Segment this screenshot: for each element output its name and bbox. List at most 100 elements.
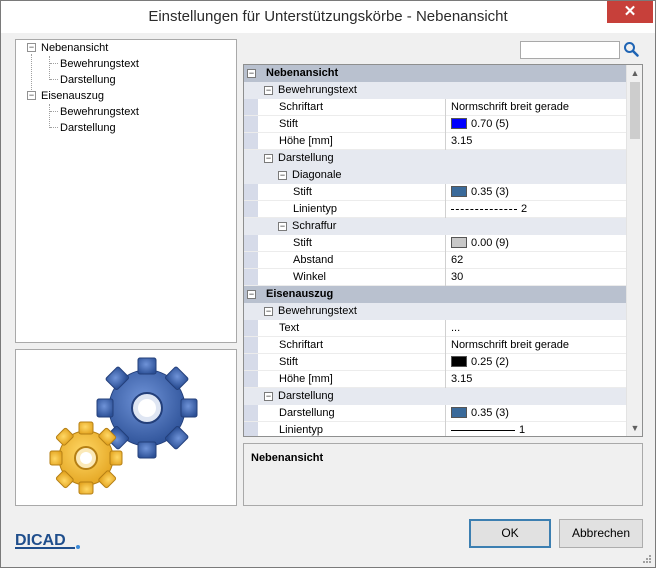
cancel-button[interactable]: Abbrechen	[559, 519, 643, 548]
close-button[interactable]: ✕	[607, 1, 653, 23]
line-type-value: 1	[519, 424, 526, 436]
property-value[interactable]: 0.35 (3)	[446, 405, 627, 422]
property-row[interactable]: Linientyp 1	[244, 422, 627, 436]
tree-connector	[49, 104, 50, 128]
settings-tree: − Nebenansicht Bewehrungstext Darstellun…	[15, 39, 237, 343]
group-bewehrungstext[interactable]: − Bewehrungstext	[244, 303, 627, 320]
pen-color-swatch	[451, 185, 467, 197]
property-name: Winkel	[293, 271, 327, 283]
group-label: Bewehrungstext	[278, 305, 357, 317]
property-value[interactable]: 1	[446, 422, 627, 436]
property-name: Linientyp	[279, 424, 324, 436]
dicad-logo-icon: DICAD	[15, 532, 80, 549]
svg-text:DICAD: DICAD	[15, 532, 66, 549]
group-label: Darstellung	[278, 152, 334, 164]
preview-panel	[15, 349, 237, 506]
search-input[interactable]	[520, 41, 620, 59]
property-name: Höhe [mm]	[279, 373, 333, 385]
property-value[interactable]: 3.15	[446, 371, 627, 388]
group-label: Diagonale	[292, 169, 342, 181]
pen-color-swatch	[451, 355, 467, 367]
group-bewehrungstext[interactable]: − Bewehrungstext	[244, 82, 627, 99]
tree-connector	[50, 79, 58, 80]
group-darstellung[interactable]: − Darstellung	[244, 150, 627, 167]
property-row[interactable]: Darstellung 0.35 (3)	[244, 405, 627, 422]
search-icon[interactable]	[623, 41, 639, 57]
property-value[interactable]: ...	[446, 320, 627, 337]
property-value[interactable]: 0.00 (9)	[446, 235, 627, 252]
collapse-icon[interactable]: −	[27, 91, 36, 100]
property-value[interactable]: Normschrift breit gerade	[446, 99, 627, 116]
collapse-icon[interactable]: −	[27, 43, 36, 52]
collapse-icon[interactable]: −	[247, 290, 256, 299]
property-name: Höhe [mm]	[279, 135, 333, 147]
collapse-icon[interactable]: −	[264, 154, 273, 163]
tree-item-nebenansicht[interactable]: Nebenansicht	[41, 40, 108, 56]
vertical-scrollbar[interactable]: ▲ ▼	[626, 65, 642, 436]
category-label: Nebenansicht	[266, 67, 339, 79]
pen-value: 0.35 (3)	[471, 186, 509, 198]
tree-connector	[50, 127, 58, 128]
property-value[interactable]: 62	[446, 252, 627, 269]
pen-value: 0.35 (3)	[471, 407, 509, 419]
property-name: Stift	[279, 356, 298, 368]
property-row[interactable]: Stift 0.00 (9)	[244, 235, 627, 252]
property-row[interactable]: Stift 0.70 (5)	[244, 116, 627, 133]
collapse-icon[interactable]: −	[278, 171, 287, 180]
property-name: Linientyp	[293, 203, 338, 215]
scroll-thumb[interactable]	[630, 82, 640, 139]
description-panel: Nebenansicht	[243, 443, 643, 506]
property-row[interactable]: Stift 0.25 (2)	[244, 354, 627, 371]
property-row[interactable]: Winkel 30	[244, 269, 627, 286]
property-row[interactable]: Schriftart Normschrift breit gerade	[244, 337, 627, 354]
group-label: Darstellung	[278, 390, 334, 402]
tree-connector	[49, 56, 50, 80]
property-value[interactable]: 2	[446, 201, 627, 218]
property-value[interactable]: 0.25 (2)	[446, 354, 627, 371]
collapse-icon[interactable]: −	[278, 222, 287, 231]
description-title: Nebenansicht	[251, 452, 324, 464]
property-row[interactable]: Höhe [mm] 3.15	[244, 133, 627, 150]
property-name: Abstand	[293, 254, 334, 266]
window-title: Einstellungen für Unterstützungskörbe - …	[148, 8, 508, 25]
property-row[interactable]: Abstand 62	[244, 252, 627, 269]
scroll-up-icon[interactable]: ▲	[627, 65, 642, 81]
resize-grip-icon[interactable]	[641, 553, 651, 563]
tree-item-eisenauszug-bewehrungstext[interactable]: Bewehrungstext	[60, 104, 139, 120]
property-name: Schriftart	[279, 101, 324, 113]
category-nebenansicht[interactable]: − Nebenansicht	[244, 65, 627, 82]
property-value[interactable]: 0.70 (5)	[446, 116, 627, 133]
property-value[interactable]: 3.15	[446, 133, 627, 150]
property-value[interactable]: 0.35 (3)	[446, 184, 627, 201]
group-darstellung[interactable]: − Darstellung	[244, 388, 627, 405]
pen-color-swatch	[451, 236, 467, 248]
property-row[interactable]: Schriftart Normschrift breit gerade	[244, 99, 627, 116]
ok-button[interactable]: OK	[469, 519, 551, 548]
property-value[interactable]: Normschrift breit gerade	[446, 337, 627, 354]
property-row[interactable]: Stift 0.35 (3)	[244, 184, 627, 201]
tree-item-eisenauszug-darstellung[interactable]: Darstellung	[60, 120, 116, 136]
tree-item-nebenansicht-bewehrungstext[interactable]: Bewehrungstext	[60, 56, 139, 72]
property-name: Stift	[293, 237, 312, 249]
collapse-icon[interactable]: −	[247, 69, 256, 78]
settings-dialog: Einstellungen für Unterstützungskörbe - …	[0, 0, 656, 568]
scroll-down-icon[interactable]: ▼	[627, 420, 642, 436]
line-type-preview	[451, 208, 517, 210]
gears-icon	[49, 357, 198, 495]
category-eisenauszug[interactable]: − Eisenauszug	[244, 286, 627, 303]
property-row[interactable]: Höhe [mm] 3.15	[244, 371, 627, 388]
group-label: Bewehrungstext	[278, 84, 357, 96]
close-icon: ✕	[623, 3, 637, 20]
tree-item-nebenansicht-darstellung[interactable]: Darstellung	[60, 72, 116, 88]
group-schraffur[interactable]: − Schraffur	[244, 218, 627, 235]
pen-color-swatch	[451, 406, 467, 418]
property-row[interactable]: Text ...	[244, 320, 627, 337]
collapse-icon[interactable]: −	[264, 307, 273, 316]
property-value[interactable]: 30	[446, 269, 627, 286]
pen-value: 0.00 (9)	[471, 237, 509, 249]
collapse-icon[interactable]: −	[264, 392, 273, 401]
tree-item-eisenauszug[interactable]: Eisenauszug	[41, 88, 104, 104]
collapse-icon[interactable]: −	[264, 86, 273, 95]
property-row[interactable]: Linientyp 2	[244, 201, 627, 218]
group-diagonale[interactable]: − Diagonale	[244, 167, 627, 184]
